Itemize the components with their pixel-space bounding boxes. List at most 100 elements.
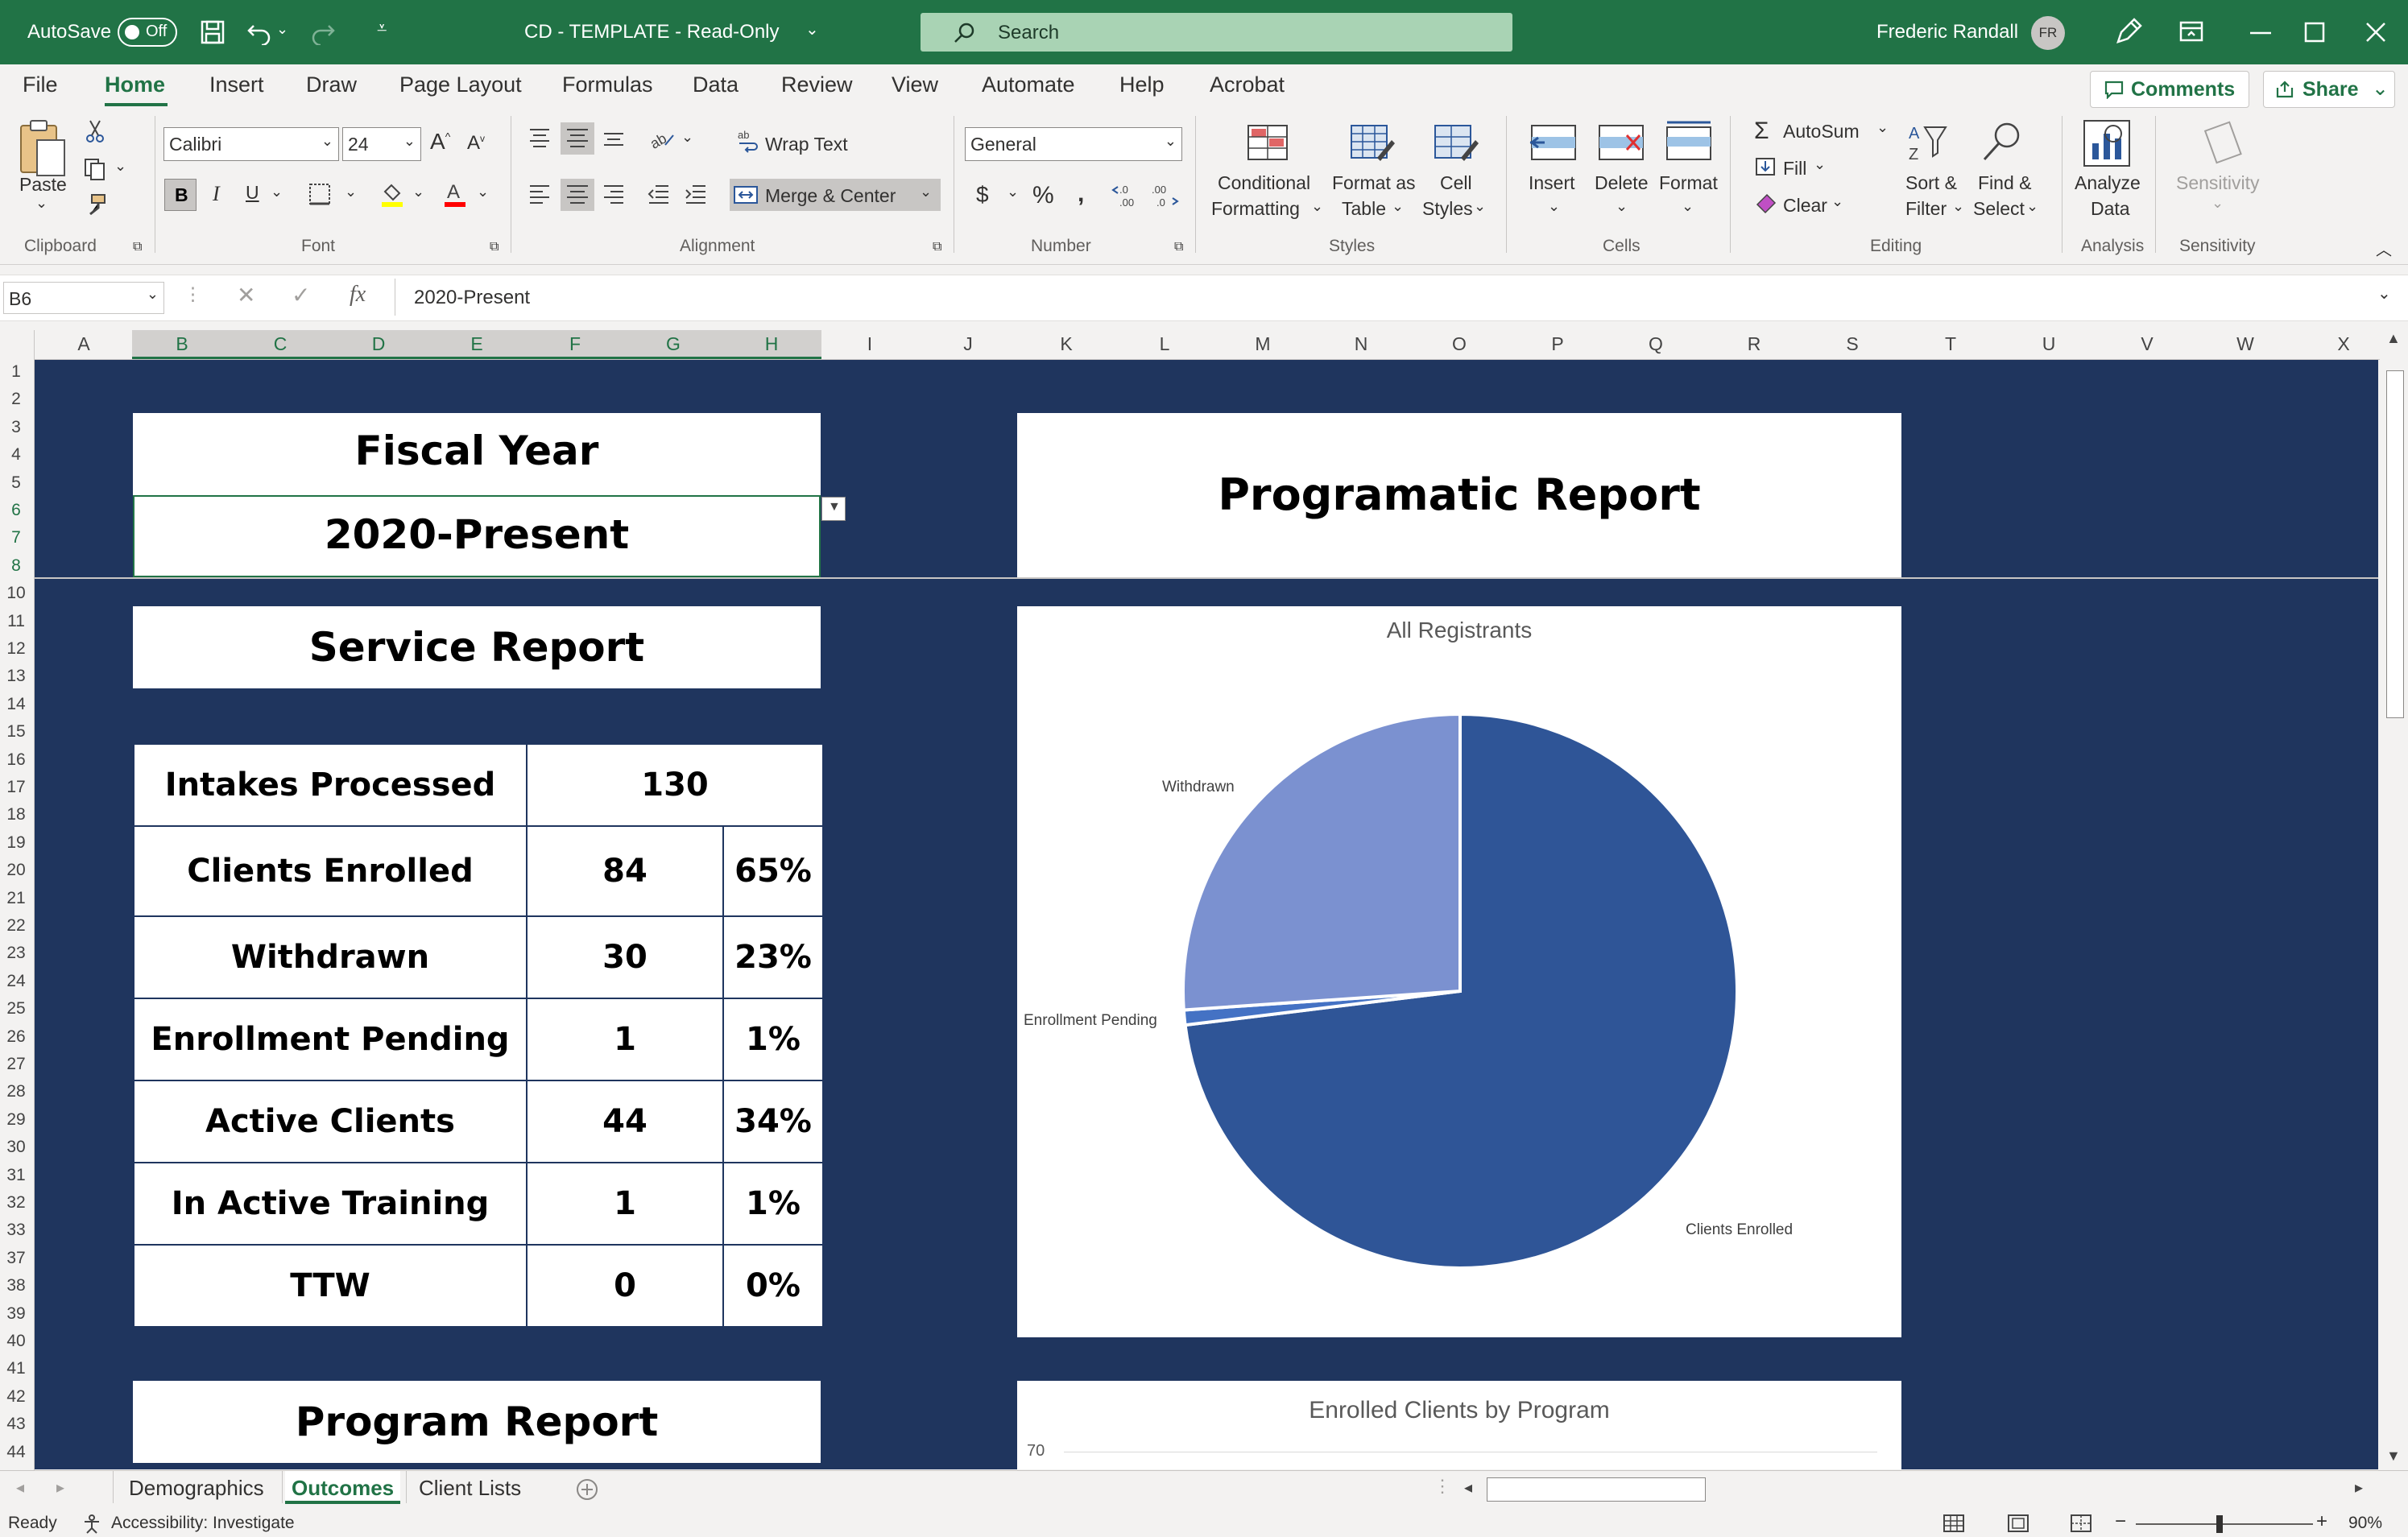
column-header-e[interactable]: E — [428, 333, 526, 355]
row-percent[interactable]: 1% — [722, 1162, 824, 1246]
tab-split-handle-icon[interactable]: ⋮ — [1434, 1476, 1451, 1497]
row-label[interactable]: TTW — [133, 1244, 528, 1328]
wrap-text-button[interactable]: Wrap Text — [765, 134, 848, 155]
format-as-table-dropdown-icon[interactable]: ⌄ — [1392, 198, 1404, 215]
format-cells-dropdown-icon[interactable]: ⌄ — [1682, 198, 1694, 215]
autosave-toggle[interactable]: Off — [118, 18, 177, 47]
zoom-slider-track[interactable] — [2136, 1523, 2313, 1525]
tab-acrobat[interactable]: Acrobat — [1210, 72, 1285, 97]
sheet-tab-outcomes[interactable]: Outcomes — [285, 1471, 401, 1504]
undo-dropdown-icon[interactable]: ⌄ — [276, 21, 288, 38]
fill-dropdown-icon[interactable]: ⌄ — [1814, 156, 1826, 173]
cell-styles-label-2[interactable]: Styles — [1422, 198, 1473, 220]
decrease-indent-icon[interactable] — [646, 182, 672, 206]
font-launcher-icon[interactable]: ⧉ — [490, 240, 499, 254]
font-color-dropdown-icon[interactable]: ⌄ — [477, 184, 489, 200]
scroll-right-icon[interactable]: ▸ — [2355, 1477, 2363, 1498]
page-break-view-icon[interactable] — [2070, 1514, 2092, 1533]
tab-view[interactable]: View — [892, 72, 938, 97]
format-painter-icon[interactable] — [84, 193, 108, 217]
row-count[interactable]: 0 — [526, 1244, 724, 1328]
column-header-x[interactable]: X — [2294, 333, 2393, 355]
currency-button[interactable]: $ — [976, 182, 989, 208]
row-count[interactable]: 44 — [526, 1080, 724, 1163]
sort-filter-icon[interactable]: AZ — [1907, 121, 1949, 167]
delete-cells-label[interactable]: Delete — [1595, 172, 1648, 194]
sheet-tab-demographics[interactable]: Demographics — [129, 1476, 264, 1501]
column-header-t[interactable]: T — [1901, 333, 2000, 355]
row-percent[interactable]: 23% — [722, 915, 824, 999]
table-row[interactable]: TTW 0 0% — [133, 1244, 824, 1328]
column-header-r[interactable]: R — [1705, 333, 1803, 355]
format-as-table-icon[interactable] — [1348, 122, 1396, 163]
row-percent[interactable]: 65% — [722, 825, 824, 917]
row-header-4[interactable]: 4 — [0, 445, 32, 465]
find-select-dropdown-icon[interactable]: ⌄ — [2026, 198, 2038, 215]
designer-pen-icon[interactable] — [2113, 16, 2144, 47]
row-count[interactable]: 30 — [526, 915, 724, 999]
zoom-slider-thumb[interactable] — [2216, 1515, 2223, 1533]
row-header-17[interactable]: 17 — [0, 778, 32, 797]
prev-sheet-icon[interactable]: ◂ — [16, 1477, 24, 1498]
row-header-41[interactable]: 41 — [0, 1359, 32, 1378]
row-label[interactable]: Withdrawn — [133, 915, 528, 999]
tab-draw[interactable]: Draw — [306, 72, 357, 97]
column-header-g[interactable]: G — [624, 333, 722, 355]
zoom-in-icon[interactable]: + — [2316, 1510, 2327, 1533]
delete-cells-icon[interactable] — [1596, 122, 1646, 163]
column-header-l[interactable]: L — [1115, 333, 1214, 355]
worksheet[interactable]: Fiscal Year 2020-Present ▼ Programatic R… — [35, 360, 2378, 1469]
align-center-button[interactable] — [561, 179, 594, 211]
search-box[interactable]: Search — [921, 13, 1512, 52]
row-percent[interactable]: 1% — [722, 998, 824, 1081]
row-header-40[interactable]: 40 — [0, 1332, 32, 1351]
column-header-c[interactable]: C — [231, 333, 329, 355]
zoom-out-icon[interactable]: − — [2115, 1510, 2126, 1533]
name-box[interactable]: B6 ⌄ — [3, 282, 164, 314]
sort-filter-label-1[interactable]: Sort & — [1905, 172, 1957, 194]
column-header-w[interactable]: W — [2196, 333, 2294, 355]
tab-data[interactable]: Data — [693, 72, 739, 97]
conditional-formatting-icon[interactable] — [1245, 122, 1290, 163]
row-header-39[interactable]: 39 — [0, 1304, 32, 1324]
copy-icon[interactable] — [82, 156, 108, 180]
conditional-formatting-label-2[interactable]: Formatting — [1211, 198, 1300, 220]
analyze-data-label-2[interactable]: Data — [2091, 198, 2130, 220]
increase-indent-icon[interactable] — [683, 182, 709, 206]
column-header-b[interactable]: B — [133, 333, 231, 355]
number-format-select[interactable]: General ⌄ — [965, 127, 1182, 161]
conditional-formatting-dropdown-icon[interactable]: ⌄ — [1311, 198, 1323, 215]
row-header-5[interactable]: 5 — [0, 473, 32, 493]
column-header-m[interactable]: M — [1214, 333, 1312, 355]
insert-function-icon[interactable]: fx — [350, 282, 366, 308]
font-color-icon[interactable]: A — [441, 180, 469, 208]
underline-button[interactable]: U — [246, 182, 259, 204]
formula-input[interactable]: 2020-Present — [414, 287, 530, 309]
table-row[interactable]: Active Clients 44 34% — [133, 1080, 824, 1163]
share-button[interactable]: Share ⌄ — [2263, 71, 2395, 108]
find-select-icon[interactable] — [1980, 119, 2025, 167]
sheet-tab-client-lists[interactable]: Client Lists — [419, 1476, 521, 1501]
decrease-font-icon[interactable]: Av — [467, 132, 485, 155]
fill-button[interactable]: Fill — [1783, 158, 1806, 180]
align-middle-button[interactable] — [561, 122, 594, 155]
row-header-6[interactable]: 6 — [0, 501, 32, 520]
find-select-label-2[interactable]: Select — [1973, 198, 2025, 220]
orientation-icon[interactable]: ab — [648, 124, 676, 151]
insert-cells-dropdown-icon[interactable]: ⌄ — [1548, 198, 1560, 215]
row-header-25[interactable]: 25 — [0, 999, 32, 1018]
row-header-8[interactable]: 8 — [0, 556, 32, 576]
undo-icon[interactable] — [246, 19, 273, 45]
format-as-table-label-1[interactable]: Format as — [1332, 172, 1416, 194]
row-header-37[interactable]: 37 — [0, 1249, 32, 1268]
column-header-v[interactable]: V — [2098, 333, 2196, 355]
column-header-i[interactable]: I — [821, 333, 919, 355]
align-bottom-icon[interactable] — [601, 126, 627, 150]
zoom-level[interactable]: 90% — [2348, 1514, 2382, 1533]
row-header-23[interactable]: 23 — [0, 944, 32, 963]
currency-dropdown-icon[interactable]: ⌄ — [1007, 184, 1019, 200]
table-row[interactable]: Withdrawn 30 23% — [133, 915, 824, 999]
tab-file[interactable]: File — [23, 72, 58, 97]
new-sheet-icon[interactable] — [575, 1477, 599, 1502]
next-sheet-icon[interactable]: ▸ — [56, 1477, 64, 1498]
